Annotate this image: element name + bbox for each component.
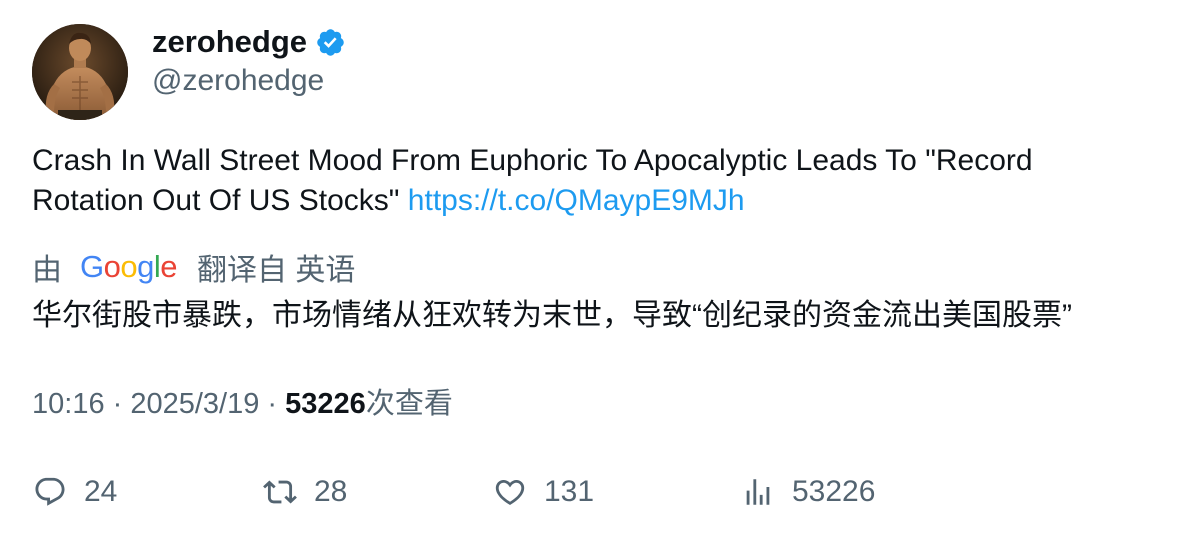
translated-text: 华尔街股市暴跌，市场情绪从狂欢转为末世，导致“创纪录的资金流出美国股票”	[32, 299, 1072, 332]
display-name-row: zerohedge	[152, 22, 346, 62]
translation-attribution: 由 Google 翻译自 英语	[32, 246, 355, 288]
tweet-time[interactable]: 10:16	[32, 388, 105, 420]
meta-separator: ·	[104, 388, 131, 420]
retweet-icon	[262, 474, 298, 510]
like-button[interactable]: 131	[492, 470, 594, 514]
translation-by-label: 由	[32, 254, 62, 287]
views-label: 次查看	[365, 388, 453, 420]
reply-icon	[32, 474, 68, 510]
reply-button[interactable]: 24	[32, 470, 117, 514]
views-button[interactable]: 53226	[740, 470, 875, 514]
tweet-link[interactable]: https://t.co/QMaypE9MJh	[408, 184, 745, 217]
reply-count: 24	[84, 475, 118, 508]
display-name[interactable]: zerohedge	[152, 22, 307, 62]
tweet-meta: 10:16 · 2025/3/19 · 53226次查看	[32, 384, 453, 424]
tweet-text: Crash In Wall Street Mood From Euphoric …	[32, 141, 1152, 221]
like-count: 131	[544, 475, 595, 508]
tweet: zerohedge @zerohedge Crash In Wall Stree…	[0, 0, 1196, 538]
verified-badge-icon	[315, 27, 346, 58]
avatar-image	[32, 24, 128, 120]
views-action-count: 53226	[792, 475, 876, 508]
translation-from-label[interactable]: 翻译自 英语	[197, 245, 355, 289]
tweet-date[interactable]: 2025/3/19	[130, 388, 259, 420]
handle[interactable]: @zerohedge	[152, 62, 324, 100]
retweet-button[interactable]: 28	[262, 470, 347, 514]
avatar[interactable]	[32, 24, 128, 120]
retweet-count: 28	[314, 475, 348, 508]
views-count: 53226	[285, 388, 366, 420]
google-logo: Google	[80, 249, 178, 284]
like-icon	[492, 474, 528, 510]
meta-separator: ·	[259, 388, 286, 420]
views-icon	[740, 474, 776, 510]
